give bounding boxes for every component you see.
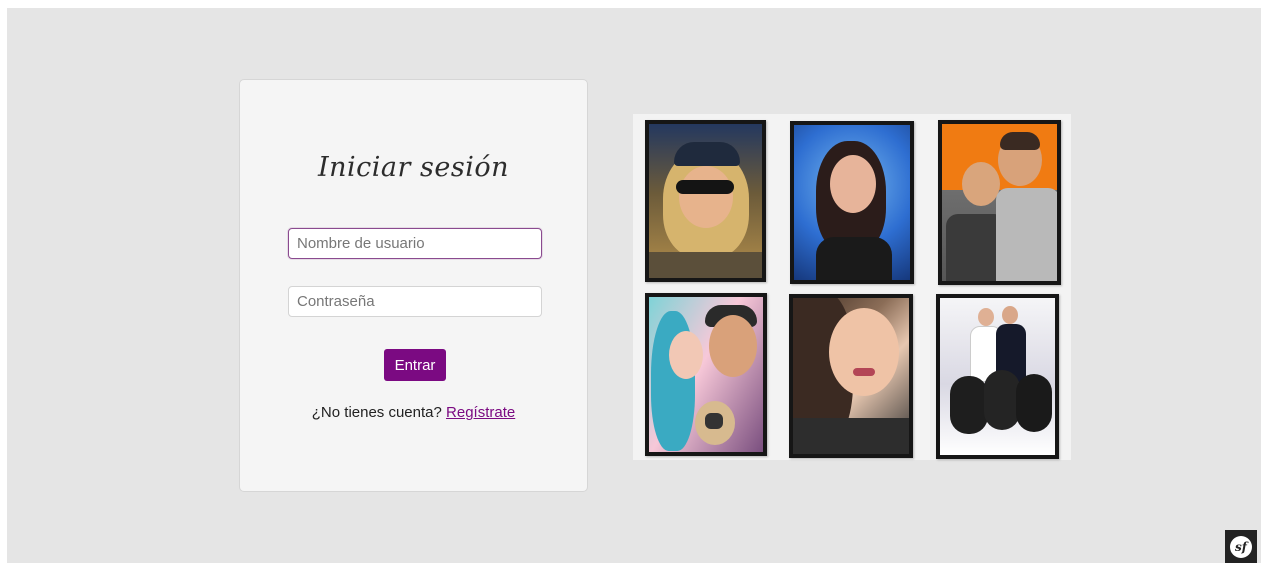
woman-smiling-blue-background-image [794,125,910,280]
two-boys-orange-background-image [942,124,1057,281]
portrait-frame [645,293,767,456]
woman-cap-sunglasses-image [649,124,762,278]
signup-prompt: ¿No tienes cuenta? Regístrate [240,404,587,421]
login-card: Iniciar sesión Entrar ¿No tienes cuenta?… [239,79,588,492]
symfony-logo-icon: sf [1230,535,1252,558]
login-title: Iniciar sesión [317,152,509,183]
username-input[interactable] [288,228,542,259]
portrait-frame [936,294,1059,459]
portrait-frame [938,120,1061,285]
signup-prompt-text: ¿No tienes cuenta? [311,404,442,421]
couple-with-black-dogs-image [940,298,1055,455]
portrait-frame [645,120,766,282]
portrait-frame [790,121,914,284]
portrait-frame [789,294,913,458]
password-input[interactable] [288,286,542,317]
woman-selfie-long-hair-image [793,298,909,454]
signup-link[interactable]: Regístrate [446,404,515,421]
symfony-toolbar-toggle[interactable]: sf [1225,530,1257,563]
login-submit-button[interactable]: Entrar [384,349,446,381]
portrait-gallery [633,114,1071,460]
page-background: Iniciar sesión Entrar ¿No tienes cuenta?… [7,8,1261,563]
couple-with-pug-image [649,297,763,452]
